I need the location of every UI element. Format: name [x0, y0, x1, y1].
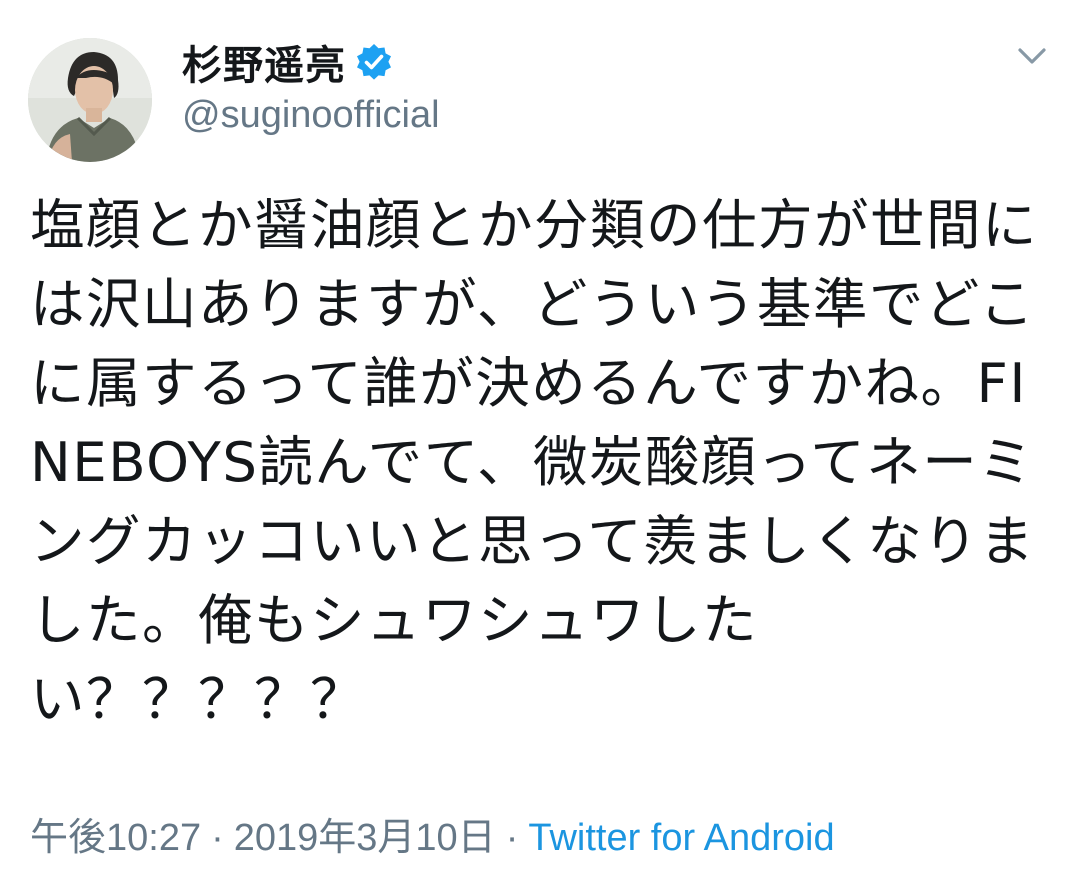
- tweet-time[interactable]: 午後10:27: [30, 817, 201, 859]
- author-name-row[interactable]: 杉野遥亮: [182, 34, 394, 90]
- tweet-metadata: 午後10:27 · 2019年3月10日 · Twitter for Android: [30, 806, 835, 861]
- tweet-text: 塩顔とか醤油顔とか分類の仕方が世間には沢山ありますが、どういう基準でどこに属する…: [30, 193, 1039, 731]
- avatar[interactable]: [28, 38, 152, 162]
- tweet-card: 杉野遥亮 @suginoofficial 塩顔とか醤油顔とか分類の仕方が世間には…: [0, 0, 1080, 891]
- avatar-image: [28, 38, 152, 162]
- chevron-down-icon[interactable]: [1012, 36, 1052, 76]
- tweet-date[interactable]: 2019年3月10日: [234, 817, 496, 859]
- tweet-source-link[interactable]: Twitter for Android: [528, 817, 834, 859]
- author-handle[interactable]: @suginoofficial: [182, 94, 440, 137]
- display-name[interactable]: 杉野遥亮: [182, 33, 346, 91]
- verified-badge-icon: [354, 42, 394, 82]
- separator: ·: [211, 817, 224, 859]
- separator: ·: [505, 817, 519, 859]
